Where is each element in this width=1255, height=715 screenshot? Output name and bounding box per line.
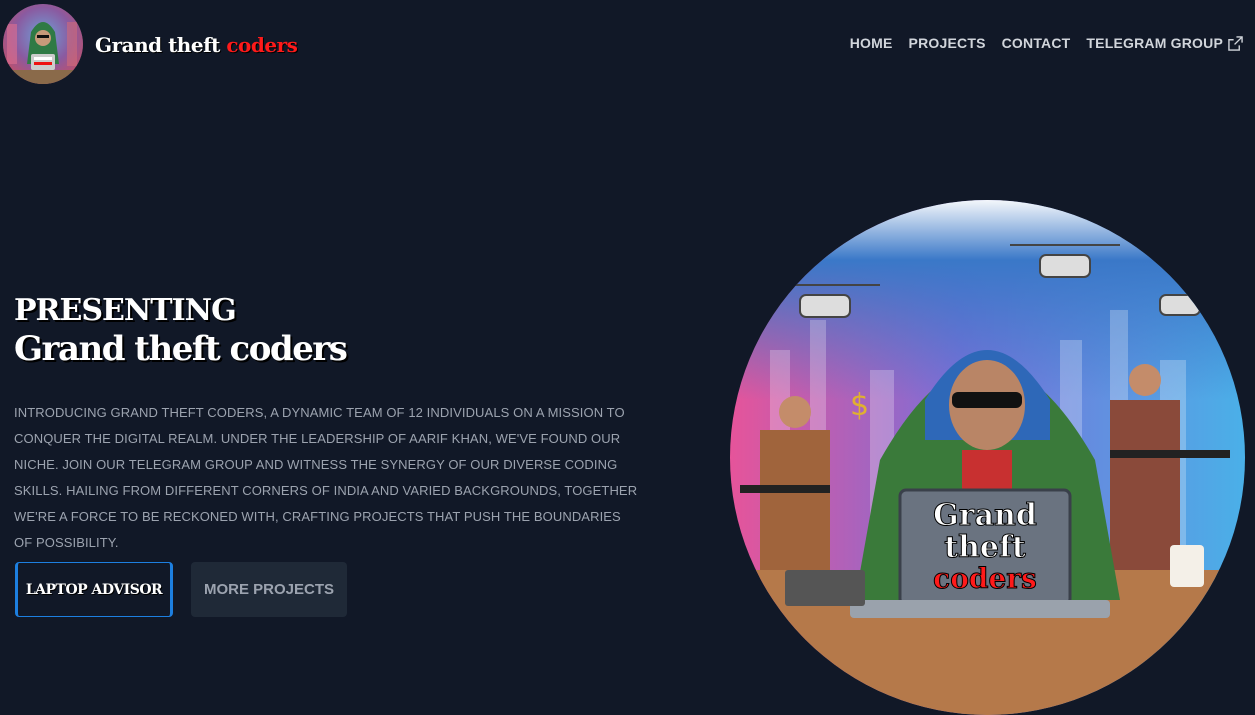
brand-name-part2: coders: [226, 33, 298, 57]
top-nav: HOME PROJECTS CONTACT TELEGRAM GROUP: [850, 35, 1243, 51]
hero-description: Introducing Grand Theft Coders, a dynami…: [14, 405, 638, 550]
laptop-text-theft: theft: [944, 530, 1026, 565]
external-link-icon: [1228, 35, 1243, 51]
hero-title-line1: PRESENTING: [14, 293, 237, 328]
nav-home[interactable]: HOME: [850, 35, 893, 51]
brand-name-part1: Grand theft: [95, 33, 227, 57]
brand-name[interactable]: Grand theft coders: [95, 33, 298, 57]
nav-telegram-group[interactable]: TELEGRAM GROUP: [1086, 35, 1243, 51]
nav-projects[interactable]: PROJECTS: [909, 35, 986, 51]
hero-title: PRESENTING Grand theft coders: [14, 293, 348, 370]
hero-illustration-art: Grand theft coders $: [730, 200, 1245, 715]
laptop-text-coders: coders: [933, 562, 1037, 595]
nav-contact[interactable]: CONTACT: [1002, 35, 1071, 51]
gta-character-avatar-icon: [3, 4, 83, 84]
logo-avatar[interactable]: [3, 4, 83, 84]
laptop-advisor-button[interactable]: LAPTOP ADVISOR: [15, 562, 173, 617]
nav-telegram-label: TELEGRAM GROUP: [1086, 35, 1223, 51]
hero-illustration: Grand theft coders $: [730, 200, 1245, 715]
svg-text:$: $: [850, 388, 869, 423]
more-projects-button[interactable]: MORE PROJECTS: [191, 562, 347, 617]
laptop-text-grand: Grand: [933, 498, 1037, 533]
hero-title-line2: Grand theft coders: [14, 329, 348, 369]
